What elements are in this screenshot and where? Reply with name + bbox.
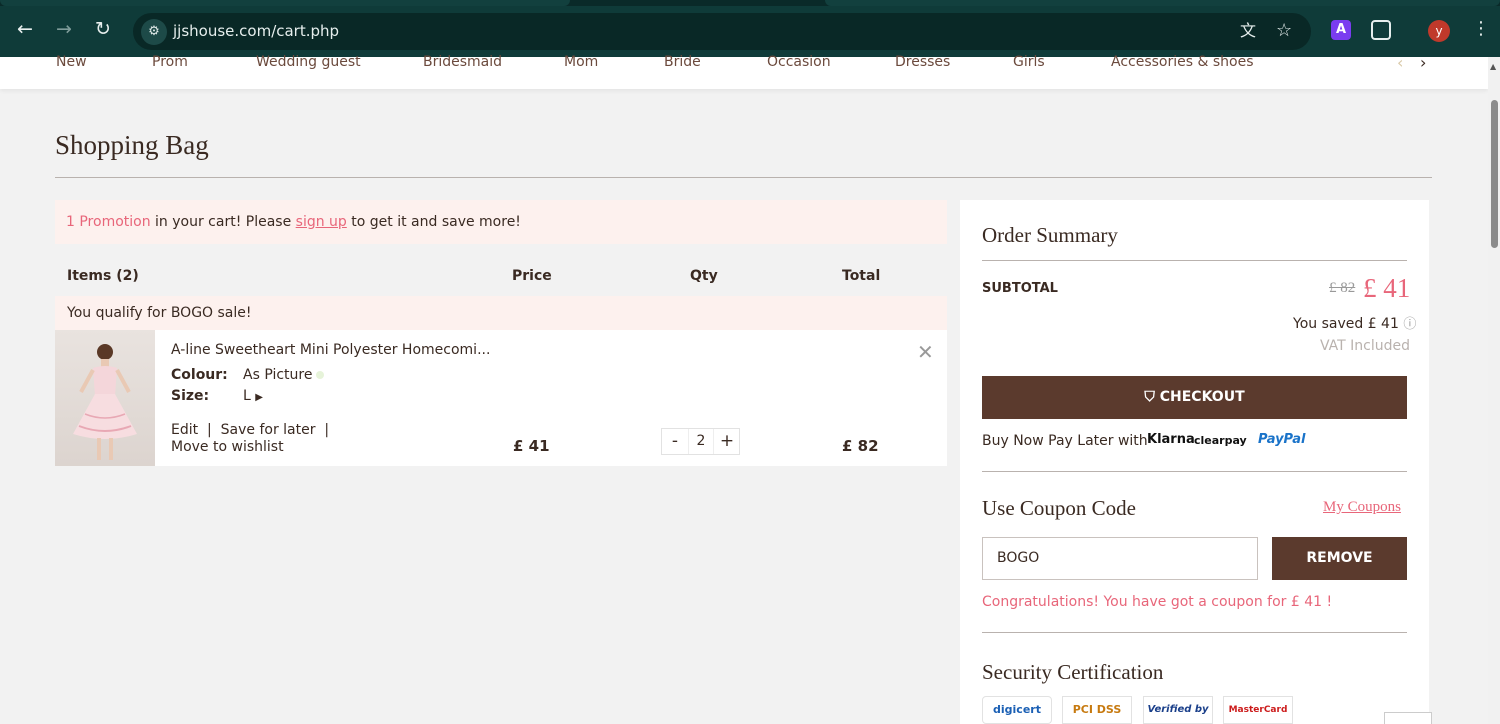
saved-text: You saved £ 41 (1293, 316, 1399, 332)
nav-item-wedding-guest[interactable]: Wedding guest (256, 54, 361, 70)
shield-check-icon: ⛉ (1144, 389, 1160, 405)
site-info-icon[interactable]: ⚙ (141, 19, 167, 45)
nav-item-mom[interactable]: Mom (564, 54, 598, 70)
edit-link[interactable]: Edit (171, 422, 198, 438)
subtotal-label: SUBTOTAL (982, 281, 1058, 296)
nav-next-icon[interactable]: › (1420, 53, 1426, 72)
tab-strip (0, 0, 1500, 6)
summary-divider (982, 260, 1407, 261)
coupon-success-message: Congratulations! You have got a coupon f… (982, 594, 1333, 610)
nav-item-occasion[interactable]: Occasion (767, 54, 831, 70)
title-divider (55, 177, 1432, 178)
promotion-count: 1 Promotion (66, 214, 151, 230)
page-title: Shopping Bag (55, 130, 209, 160)
more-menu-icon[interactable]: ⋮ (1472, 18, 1490, 39)
quantity-increase-button[interactable]: + (714, 429, 740, 454)
promotion-banner: 1 Promotion in your cart! Please sign up… (55, 200, 947, 244)
action-separator: | (202, 422, 217, 438)
checkout-button[interactable]: ⛉ CHECKOUT (982, 376, 1407, 419)
colour-label: Colour: (171, 367, 228, 383)
items-header: Items (2) (67, 268, 139, 284)
mastercard-securecode-badge: MasterCard SecureCode (1223, 696, 1293, 724)
bnpl-text: Buy Now Pay Later with (982, 433, 1148, 449)
bookmark-star-icon[interactable]: ☆ (1276, 21, 1292, 41)
colour-swatch-icon (316, 371, 325, 379)
nav-item-dresses[interactable]: Dresses (895, 54, 950, 70)
remove-coupon-button[interactable]: REMOVE (1272, 537, 1407, 580)
category-nav: New Prom Wedding guest Bridesmaid Mom Br… (0, 53, 1488, 89)
save-for-later-link[interactable]: Save for later (221, 422, 316, 438)
coupon-title: Use Coupon Code (982, 496, 1136, 520)
size-value[interactable]: L (243, 388, 251, 404)
info-icon[interactable]: ⓘ (1403, 317, 1416, 332)
reload-icon[interactable]: ↻ (92, 18, 114, 40)
product-name[interactable]: A-line Sweetheart Mini Polyester Homecom… (171, 342, 490, 358)
verified-by-visa-badge: Verified by VISA (1143, 696, 1213, 724)
promo-text-2: to get it and save more! (346, 214, 521, 230)
address-bar[interactable]: ⚙ jjshouse.com/cart.php 文 ☆ (133, 13, 1311, 50)
profile-avatar[interactable]: y (1428, 20, 1450, 42)
nav-item-girls[interactable]: Girls (1013, 54, 1045, 70)
checkout-label: CHECKOUT (1159, 389, 1245, 405)
quantity-decrease-button[interactable]: - (662, 429, 688, 454)
clearpay-logo: clearpay (1194, 434, 1247, 447)
translate-icon[interactable]: 文 (1240, 21, 1256, 41)
item-actions: Edit | Save for later | Move to wishlist (171, 422, 329, 456)
product-thumbnail[interactable] (55, 330, 155, 466)
total-header: Total (842, 268, 881, 284)
promo-text-1: in your cart! Please (150, 214, 296, 230)
action-separator: | (319, 422, 330, 438)
qty-header: Qty (690, 268, 718, 284)
paypal-logo: PayPal (1258, 432, 1306, 447)
size-caret-icon[interactable]: ▶ (255, 392, 263, 403)
original-price: £ 82 (1329, 280, 1356, 296)
saved-amount: You saved £ 41 ⓘ (1293, 313, 1416, 332)
forward-icon[interactable]: → (53, 18, 75, 40)
security-title: Security Certification (982, 660, 1164, 684)
pci-dss-badge: PCI DSS (1062, 696, 1132, 724)
vat-note: VAT Included (1320, 338, 1411, 354)
page-scrollbar[interactable]: ▲ (1488, 57, 1500, 724)
chat-widget-edge[interactable] (1384, 712, 1432, 724)
coupon-input[interactable]: BOGO (982, 537, 1258, 580)
item-price: £ 41 (513, 437, 550, 455)
cart-item: A-line Sweetheart Mini Polyester Homecom… (55, 330, 947, 466)
nav-item-new[interactable]: New (56, 54, 87, 70)
scroll-up-icon[interactable]: ▲ (1490, 62, 1496, 71)
order-summary-panel: Order Summary SUBTOTAL £ 82 £ 41 You sav… (960, 200, 1429, 724)
browser-toolbar: ← → ↻ ⚙ jjshouse.com/cart.php 文 ☆ A y ⋮ (0, 0, 1500, 57)
klarna-logo: Klarna (1147, 432, 1195, 447)
scrollbar-thumb[interactable] (1491, 100, 1498, 248)
nav-item-prom[interactable]: Prom (152, 54, 188, 70)
summary-divider (982, 471, 1407, 472)
digicert-badge: digicert (982, 696, 1052, 724)
item-total: £ 82 (842, 437, 879, 455)
quantity-stepper: - 2 + (661, 428, 740, 455)
price-header: Price (512, 268, 552, 284)
size-label: Size: (171, 388, 210, 404)
colour-value-text: As Picture (243, 367, 313, 383)
quantity-value[interactable]: 2 (688, 429, 714, 454)
url-text[interactable]: jjshouse.com/cart.php (173, 22, 339, 40)
discounted-price: £ 41 (1363, 273, 1411, 303)
nav-item-accessories[interactable]: Accessories & shoes (1111, 54, 1254, 70)
bogo-note: You qualify for BOGO sale! (55, 296, 947, 330)
colour-value: As Picture (243, 367, 325, 383)
nav-item-bridesmaid[interactable]: Bridesmaid (423, 54, 502, 70)
my-coupons-link[interactable]: My Coupons (1323, 499, 1401, 516)
extension-icon[interactable]: A (1331, 20, 1351, 40)
remove-item-icon[interactable]: ✕ (917, 340, 934, 364)
move-to-wishlist-link[interactable]: Move to wishlist (171, 439, 284, 455)
order-summary-title: Order Summary (982, 223, 1118, 247)
back-icon[interactable]: ← (14, 18, 36, 40)
size-selector[interactable]: L ▶ (243, 388, 263, 404)
nav-item-bride[interactable]: Bride (664, 54, 701, 70)
sign-up-link[interactable]: sign up (296, 214, 347, 230)
nav-prev-icon[interactable]: ‹ (1397, 53, 1403, 72)
extensions-puzzle-icon[interactable] (1371, 20, 1391, 40)
summary-divider (982, 632, 1407, 633)
